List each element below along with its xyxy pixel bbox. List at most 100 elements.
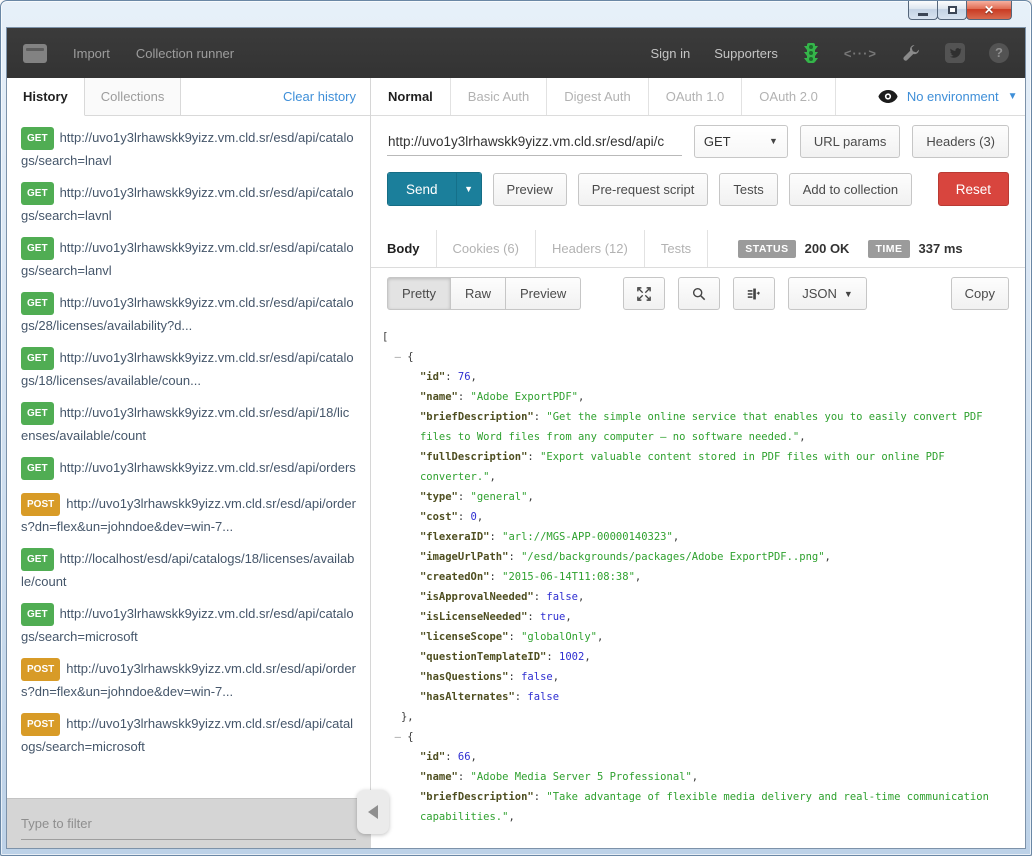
tab-oauth-2-0[interactable]: OAuth 2.0 xyxy=(742,78,836,115)
close-button[interactable]: ✕ xyxy=(966,1,1012,20)
chevron-left-icon xyxy=(368,805,378,819)
import-button[interactable]: Import xyxy=(73,46,110,61)
time-badge: TIME xyxy=(868,240,909,258)
reset-button[interactable]: Reset xyxy=(938,172,1009,206)
history-item[interactable]: GEThttp://uvo1y3lrhawskk9yizz.vm.cld.sr/… xyxy=(7,596,370,651)
add-to-collection-button[interactable]: Add to collection xyxy=(789,173,912,206)
indent-button[interactable] xyxy=(733,277,775,310)
method-select[interactable]: GET ▼ xyxy=(694,125,788,158)
history-url: http://uvo1y3lrhawskk9yizz.vm.cld.sr/esd… xyxy=(21,496,356,534)
history-item[interactable]: GEThttp://uvo1y3lrhawskk9yizz.vm.cld.sr/… xyxy=(7,230,370,285)
method-value: GET xyxy=(704,134,731,149)
filter-bar xyxy=(7,798,370,848)
send-button[interactable]: Send ▼ xyxy=(387,172,482,206)
tab-basic-auth[interactable]: Basic Auth xyxy=(451,78,547,115)
history-item[interactable]: GEThttp://localhost/esd/api/catalogs/18/… xyxy=(7,541,370,596)
json-line: "briefDescription": "Take advantage of f… xyxy=(382,787,1015,807)
twitter-icon[interactable] xyxy=(945,43,965,63)
history-url: http://uvo1y3lrhawskk9yizz.vm.cld.sr/esd… xyxy=(21,130,354,168)
supporters-button[interactable]: Supporters xyxy=(714,46,778,61)
response-tab-row: BodyCookies (6)Headers (12)Tests STATUS … xyxy=(371,230,1025,268)
history-item[interactable]: GEThttp://uvo1y3lrhawskk9yizz.vm.cld.sr/… xyxy=(7,395,370,450)
search-button[interactable] xyxy=(678,277,720,310)
minimize-button[interactable] xyxy=(908,1,938,20)
environment-selector[interactable]: No environment ▼ xyxy=(878,78,1018,115)
json-line: "type": "general", xyxy=(382,487,1015,507)
clear-history-link[interactable]: Clear history xyxy=(283,89,370,104)
json-line: "name": "Adobe Media Server 5 Profession… xyxy=(382,767,1015,787)
window-titlebar[interactable]: ✕ xyxy=(6,1,1026,27)
restore-button[interactable] xyxy=(937,1,967,20)
help-icon[interactable]: ? xyxy=(989,43,1009,63)
search-icon xyxy=(692,286,706,302)
view-mode-raw[interactable]: Raw xyxy=(450,277,506,310)
filter-input[interactable] xyxy=(21,808,356,840)
response-tab-body[interactable]: Body xyxy=(371,230,437,267)
auth-tab-row: NormalBasic AuthDigest AuthOAuth 1.0OAut… xyxy=(371,78,1025,116)
tab-normal[interactable]: Normal xyxy=(371,78,451,115)
json-line: "cost": 0, xyxy=(382,507,1015,527)
sidebar-collapse-handle[interactable] xyxy=(357,790,389,834)
request-url-input[interactable] xyxy=(387,127,682,156)
json-line: "questionTemplateID": 1002, xyxy=(382,647,1015,667)
sidebar-toggle-icon[interactable] xyxy=(23,44,47,63)
history-url: http://uvo1y3lrhawskk9yizz.vm.cld.sr/esd… xyxy=(21,185,354,223)
sign-in-button[interactable]: Sign in xyxy=(650,46,690,61)
tests-button[interactable]: Tests xyxy=(719,173,777,206)
method-badge: POST xyxy=(21,493,60,516)
tab-collections[interactable]: Collections xyxy=(85,78,182,115)
prerequest-script-button[interactable]: Pre-request script xyxy=(578,173,709,206)
json-line: converter.", xyxy=(382,467,1015,487)
fullscreen-button[interactable] xyxy=(623,277,665,310)
code-icon[interactable]: <···> xyxy=(844,46,877,61)
postman-app: Import Collection runner Sign in Support… xyxy=(6,27,1026,849)
history-item[interactable]: GEThttp://uvo1y3lrhawskk9yizz.vm.cld.sr/… xyxy=(7,175,370,230)
method-badge: GET xyxy=(21,402,54,425)
json-line: capabilities.", xyxy=(382,807,1015,827)
history-item[interactable]: POSThttp://uvo1y3lrhawskk9yizz.vm.cld.sr… xyxy=(7,706,370,761)
history-item[interactable]: POSThttp://uvo1y3lrhawskk9yizz.vm.cld.sr… xyxy=(7,651,370,706)
status-badge: STATUS xyxy=(738,240,795,258)
response-tab-tests[interactable]: Tests xyxy=(645,230,708,267)
json-line: [ xyxy=(382,327,1015,347)
method-badge: POST xyxy=(21,713,60,736)
response-status-area: STATUS 200 OK TIME 337 ms xyxy=(738,230,972,267)
method-badge: GET xyxy=(21,548,54,571)
environment-label: No environment xyxy=(907,89,999,104)
eye-icon xyxy=(878,90,898,103)
wrench-icon[interactable] xyxy=(901,43,921,63)
response-tab-cookies-6[interactable]: Cookies (6) xyxy=(437,230,536,267)
history-url: http://uvo1y3lrhawskk9yizz.vm.cld.sr/esd… xyxy=(21,716,353,754)
view-mode-preview[interactable]: Preview xyxy=(505,277,581,310)
format-select[interactable]: JSON ▼ xyxy=(788,277,867,310)
response-tab-headers-12[interactable]: Headers (12) xyxy=(536,230,645,267)
json-line: "createdOn": "2015-06-14T11:08:38", xyxy=(382,567,1015,587)
json-line: "briefDescription": "Get the simple onli… xyxy=(382,407,1015,427)
tab-history[interactable]: History xyxy=(7,78,85,116)
history-url: http://uvo1y3lrhawskk9yizz.vm.cld.sr/esd… xyxy=(21,240,354,278)
send-dropdown-caret[interactable]: ▼ xyxy=(456,173,481,205)
close-icon: ✕ xyxy=(984,3,994,17)
json-line: "hasQuestions": false, xyxy=(382,667,1015,687)
history-list: GEThttp://uvo1y3lrhawskk9yizz.vm.cld.sr/… xyxy=(7,116,370,798)
history-item[interactable]: POSThttp://uvo1y3lrhawskk9yizz.vm.cld.sr… xyxy=(7,486,370,541)
history-item[interactable]: GEThttp://uvo1y3lrhawskk9yizz.vm.cld.sr/… xyxy=(7,285,370,340)
json-line: files to Word files from any computer – … xyxy=(382,427,1015,447)
history-item[interactable]: GEThttp://uvo1y3lrhawskk9yizz.vm.cld.sr/… xyxy=(7,120,370,175)
preview-button[interactable]: Preview xyxy=(493,173,567,206)
interceptor-traffic-light-icon[interactable] xyxy=(802,42,820,64)
url-params-button[interactable]: URL params xyxy=(800,125,900,158)
tab-oauth-1-0[interactable]: OAuth 1.0 xyxy=(649,78,743,115)
method-badge: GET xyxy=(21,182,54,205)
headers-button[interactable]: Headers (3) xyxy=(912,125,1009,158)
view-mode-pretty[interactable]: Pretty xyxy=(387,277,451,310)
copy-button[interactable]: Copy xyxy=(951,277,1009,310)
collection-runner-button[interactable]: Collection runner xyxy=(136,46,234,61)
tab-digest-auth[interactable]: Digest Auth xyxy=(547,78,649,115)
history-item[interactable]: GEThttp://uvo1y3lrhawskk9yizz.vm.cld.sr/… xyxy=(7,450,370,486)
request-panel: NormalBasic AuthDigest AuthOAuth 1.0OAut… xyxy=(371,78,1025,848)
method-badge: GET xyxy=(21,127,54,150)
history-item[interactable]: GEThttp://uvo1y3lrhawskk9yizz.vm.cld.sr/… xyxy=(7,340,370,395)
json-response-viewer[interactable]: [ – { "id": 76, "name": "Adobe ExportPDF… xyxy=(371,314,1025,848)
sidebar-tabs: History Collections Clear history xyxy=(7,78,370,116)
